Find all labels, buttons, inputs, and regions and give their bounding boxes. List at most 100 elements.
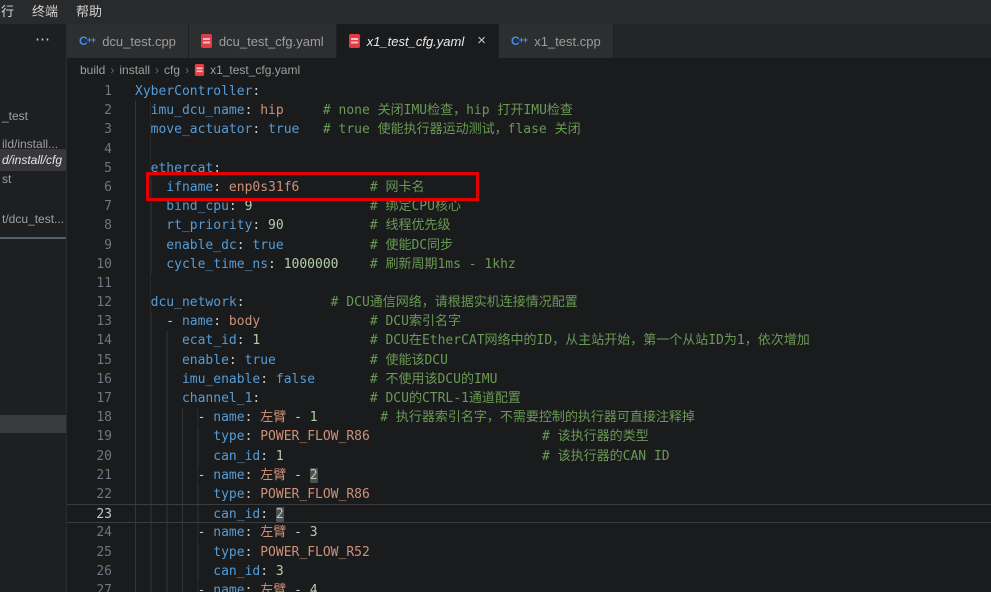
code-editor[interactable]: 1XyberController:2imu_dcu_name: hip # no… [67,82,991,592]
line-number: 5 [67,159,112,178]
menu-item-1[interactable]: 终端 [23,0,67,24]
code-line[interactable]: 1XyberController: [67,82,991,101]
line-number: 18 [67,408,112,427]
indent-guides [135,389,182,408]
chevron-right-icon: › [110,63,114,77]
indent-guides [135,427,213,446]
code-text: enable: true # 使能该DCU [135,351,448,370]
code-line[interactable]: 5ethercat: [67,159,991,178]
indent-guides [135,216,166,235]
code-line[interactable]: 17channel_1: # DCU的CTRL-1通道配置 [67,389,991,408]
menu-bar: 行终端帮助 [0,0,991,24]
code-line[interactable]: 3move_actuator: true # true 使能执行器运动测试，fl… [67,120,991,139]
tab-dcu_test_cfg.yaml[interactable]: dcu_test_cfg.yaml [189,24,337,58]
code-line[interactable]: 21 - name: 左臂 - 2 [67,466,991,485]
indent-guides [135,562,213,581]
line-number: 4 [67,140,112,159]
code-line[interactable]: 16imu_enable: false # 不使用该DCU的IMU [67,370,991,389]
code-text: type: POWER_FLOW_R86 [135,485,370,504]
line-number: 14 [67,331,112,350]
tab-x1_test_cfg.yaml[interactable]: x1_test_cfg.yaml× [337,24,499,58]
indent-guides [135,408,198,427]
line-number: 11 [67,274,112,293]
indent-guides [135,523,198,542]
code-text: channel_1: # DCU的CTRL-1通道配置 [135,389,521,408]
code-line[interactable]: 25type: POWER_FLOW_R52 [67,543,991,562]
indent-guides [135,466,198,485]
sidebar-separator [0,237,67,239]
line-number: 7 [67,197,112,216]
line-number: 23 [67,505,112,522]
code-line[interactable]: 2imu_dcu_name: hip # none 关闭IMU检查，hip 打开… [67,101,991,120]
line-number: 24 [67,523,112,542]
tab-label: dcu_test.cpp [102,34,176,49]
sidebar-item[interactable]: t/dcu_test... [0,208,67,230]
close-icon[interactable]: × [477,34,486,48]
code-line[interactable]: 15enable: true # 使能该DCU [67,351,991,370]
indent-guides [135,178,166,197]
code-line[interactable]: 4 [67,140,991,159]
chevron-right-icon: › [185,63,189,77]
breadcrumb: build › install › cfg › x1_test_cfg.yaml [67,58,991,82]
indent-guides [135,447,213,466]
code-line[interactable]: 26 can_id: 3 [67,562,991,581]
code-text [135,140,151,159]
breadcrumb-file[interactable]: x1_test_cfg.yaml [210,63,300,77]
chevron-right-icon: › [155,63,159,77]
vscode-window: 行终端帮助 ⋯ _testild/install...d/install/cfg… [0,0,991,592]
sidebar-item[interactable]: st [0,168,67,190]
code-line[interactable]: 10cycle_time_ns: 1000000 # 刷新周期1ms - 1kh… [67,255,991,274]
code-line[interactable]: 9 enable_dc: true # 使能DC同步 [67,236,991,255]
code-line[interactable]: 14ecat_id: 1 # DCU在EtherCAT网络中的ID，从主站开始，… [67,331,991,350]
more-actions-icon[interactable]: ⋯ [26,30,60,52]
sidebar-item[interactable]: _test [0,105,67,127]
code-text: imu_dcu_name: hip # none 关闭IMU检查，hip 打开I… [135,101,573,120]
breadcrumb-item[interactable]: cfg [164,63,180,77]
code-line[interactable]: 20can_id: 1 # 该执行器的CAN ID [67,447,991,466]
tab-dcu_test.cpp[interactable]: C++ dcu_test.cpp [67,24,189,58]
code-text: can_id: 3 [135,562,284,581]
indent-guides [135,581,198,592]
code-text: - name: 左臂 - 2 [135,466,318,485]
code-line[interactable]: 18 - name: 左臂 - 1 # 执行器索引名字，不需要控制的执行器可直接注… [67,408,991,427]
tab-bar: C++ dcu_test.cpp dcu_test_cfg.yamlx1_test_… [67,24,991,58]
code-text: cycle_time_ns: 1000000 # 刷新周期1ms - 1khz [135,255,516,274]
tab-x1_test.cpp[interactable]: C++x1_test.cpp [499,24,614,58]
menu-item-2[interactable]: 帮助 [67,0,111,24]
code-line[interactable]: 24- name: 左臂 - 3 [67,523,991,542]
code-text: enable_dc: true # 使能DC同步 [135,236,453,255]
breadcrumb-item[interactable]: install [119,63,150,77]
line-number: 21 [67,466,112,485]
line-number: 8 [67,216,112,235]
breadcrumb-item[interactable]: build [80,63,105,77]
cpp-file-icon: C++ [79,34,95,48]
line-number: 9 [67,236,112,255]
code-line[interactable]: 8rt_priority: 90 # 线程优先级 [67,216,991,235]
code-line[interactable]: 12dcu_network: # DCU通信网络，请根据实机连接情况配置 [67,293,991,312]
code-line[interactable]: 27- name: 左臂 - 4 [67,581,991,592]
code-line[interactable]: 7bind_cpu: 9 # 绑定CPU核心 [67,197,991,216]
code-text: XyberController: [135,82,260,101]
sidebar-highlight-row[interactable] [0,415,67,433]
code-text: type: POWER_FLOW_R52 [135,543,370,562]
line-number: 20 [67,447,112,466]
indent-guides [135,370,182,389]
indent-guides [135,543,213,562]
code-line[interactable]: 19type: POWER_FLOW_R86 # 该执行器的类型 [67,427,991,446]
code-line[interactable]: 22type: POWER_FLOW_R86 [67,485,991,504]
menu-item-0[interactable]: 行 [0,0,23,24]
line-number: 26 [67,562,112,581]
indent-guides [135,197,166,216]
code-text: - name: 左臂 - 1 # 执行器索引名字，不需要控制的执行器可直接注释掉 [135,408,695,427]
cpp-file-icon: C++ [511,34,527,48]
side-panel: ⋯ _testild/install...d/install/cfgstt/dc… [0,24,67,592]
code-line[interactable]: 13- name: body # DCU索引名字 [67,312,991,331]
code-line[interactable]: 11 [67,274,991,293]
yaml-file-icon [195,64,204,76]
code-line[interactable]: 23can_id: 2 [67,504,991,523]
line-number: 19 [67,427,112,446]
code-line[interactable]: 6ifname: enp0s31f6 # 网卡名 [67,178,991,197]
indent-guides [135,485,213,504]
indent-guides [135,236,166,255]
indent-guides [135,140,151,159]
